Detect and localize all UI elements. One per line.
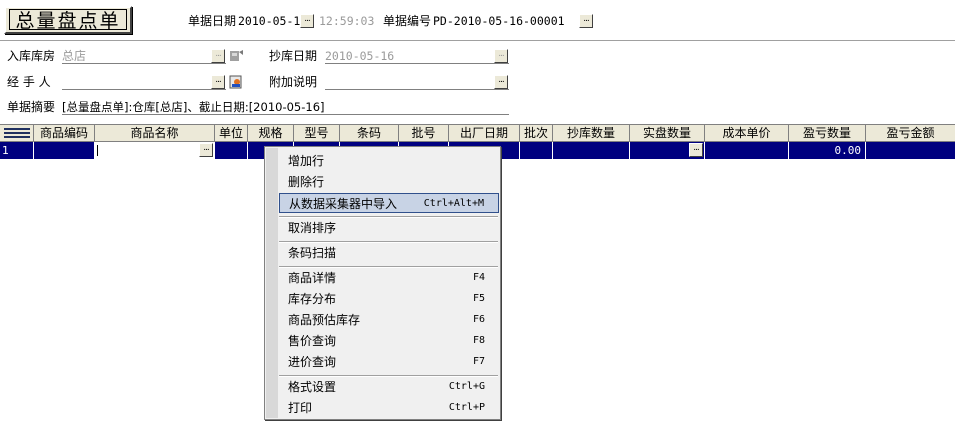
column-header-model[interactable]: 型号 xyxy=(294,125,340,142)
doc-no-ellipsis-button[interactable]: ... xyxy=(579,14,593,28)
text-caret xyxy=(97,145,98,156)
cell-actual-qty-ellipsis-button[interactable]: ... xyxy=(689,143,703,157)
copy-date-label: 抄库日期 xyxy=(269,49,318,63)
header-divider xyxy=(0,40,955,41)
note-field[interactable] xyxy=(325,74,509,90)
handler-ellipsis-button[interactable]: ... xyxy=(211,75,225,89)
menu-icon-gutter xyxy=(266,148,278,418)
grid-header: 商品编码 商品名称 单位 规格 型号 条码 批号 出厂日期 批次 抄库数量 实盘… xyxy=(0,124,955,142)
warehouse-field[interactable]: 总店 xyxy=(62,48,226,64)
cell-code[interactable] xyxy=(34,142,95,159)
context-menu: 增加行 删除行 从数据采集器中导入 Ctrl+Alt+M 取消排序 条码扫描 商品… xyxy=(264,146,501,420)
column-header-copy-qty[interactable]: 抄库数量 xyxy=(553,125,630,142)
menu-item-import-from-collector[interactable]: 从数据采集器中导入 Ctrl+Alt+M xyxy=(279,193,499,213)
column-header-mfg-date[interactable]: 出厂日期 xyxy=(449,125,520,142)
copy-date-field[interactable]: 2010-05-16 xyxy=(325,48,509,64)
copy-date-value: 2010-05-16 xyxy=(325,49,395,63)
handler-picker-icon[interactable] xyxy=(229,74,245,90)
menu-item-format-settings[interactable]: 格式设置 Ctrl+G xyxy=(279,377,499,397)
cell-profit-amount[interactable] xyxy=(866,142,955,159)
cell-lot[interactable] xyxy=(520,142,553,159)
column-header-unit[interactable]: 单位 xyxy=(215,125,248,142)
grid-select-all-corner[interactable] xyxy=(0,125,34,142)
warehouse-value: 总店 xyxy=(62,49,87,63)
row-index: 1 xyxy=(0,142,34,159)
menu-item-delete-row[interactable]: 删除行 xyxy=(279,172,499,192)
column-header-actual-qty[interactable]: 实盘数量 xyxy=(630,125,705,142)
menu-item-print[interactable]: 打印 Ctrl+P xyxy=(279,398,499,418)
warehouse-label: 入库库房 xyxy=(7,49,56,63)
warehouse-ellipsis-button[interactable]: ... xyxy=(211,49,225,63)
cell-name-editor[interactable]: ... xyxy=(95,142,215,159)
cell-profit-qty[interactable]: 0.00 xyxy=(789,142,866,159)
column-header-name[interactable]: 商品名称 xyxy=(95,125,215,142)
doc-date-ellipsis-button[interactable]: ... xyxy=(300,14,314,28)
document-title-box: 总量盘点单 xyxy=(4,6,132,34)
handler-field[interactable] xyxy=(62,74,226,90)
cell-copy-qty[interactable] xyxy=(553,142,630,159)
menu-item-cancel-sort[interactable]: 取消排序 xyxy=(279,218,499,238)
doc-date-field[interactable]: 2010-05-16 xyxy=(238,13,307,29)
column-header-spec[interactable]: 规格 xyxy=(248,125,294,142)
doc-date-label: 单据日期 xyxy=(188,14,237,28)
menu-item-product-details[interactable]: 商品详情 F4 xyxy=(279,268,499,288)
cell-actual-qty[interactable]: ... xyxy=(630,142,705,159)
document-title: 总量盘点单 xyxy=(9,9,127,32)
column-header-batch-no[interactable]: 批号 xyxy=(399,125,449,142)
column-header-cost-price[interactable]: 成本单价 xyxy=(705,125,789,142)
cell-cost-price[interactable] xyxy=(705,142,789,159)
menu-item-sale-price-query[interactable]: 售价查询 F8 xyxy=(279,331,499,351)
summary-label: 单据摘要 xyxy=(7,100,56,114)
menu-item-estimated-stock[interactable]: 商品预估库存 F6 xyxy=(279,310,499,330)
column-header-profit-amount[interactable]: 盈亏金额 xyxy=(866,125,955,142)
doc-no-label: 单据编号 xyxy=(383,14,432,28)
copy-date-ellipsis-button[interactable]: ... xyxy=(494,49,508,63)
warehouse-picker-icon[interactable] xyxy=(229,49,244,63)
menu-item-add-row[interactable]: 增加行 xyxy=(279,151,499,171)
column-header-code[interactable]: 商品编码 xyxy=(34,125,95,142)
doc-no-field: PD-2010-05-16-00001 xyxy=(433,14,565,28)
summary-value: [总量盘点单]:仓库[总店]、截止日期:[2010-05-16] xyxy=(62,100,325,114)
doc-time-field: 12:59:03 xyxy=(319,14,375,28)
column-header-lot[interactable]: 批次 xyxy=(520,125,553,142)
note-ellipsis-button[interactable]: ... xyxy=(494,75,508,89)
menu-item-purchase-price-query[interactable]: 进价查询 F7 xyxy=(279,352,499,372)
cell-name-ellipsis-button[interactable]: ... xyxy=(199,143,213,157)
menu-item-stock-distribution[interactable]: 库存分布 F5 xyxy=(279,289,499,309)
column-header-barcode[interactable]: 条码 xyxy=(340,125,399,142)
column-header-profit-qty[interactable]: 盈亏数量 xyxy=(789,125,866,142)
note-label: 附加说明 xyxy=(269,75,318,89)
cell-unit[interactable] xyxy=(215,142,248,159)
handler-label: 经 手 人 xyxy=(7,75,51,89)
menu-item-barcode-scan[interactable]: 条码扫描 xyxy=(279,243,499,263)
summary-field[interactable]: [总量盘点单]:仓库[总店]、截止日期:[2010-05-16] xyxy=(62,99,509,115)
